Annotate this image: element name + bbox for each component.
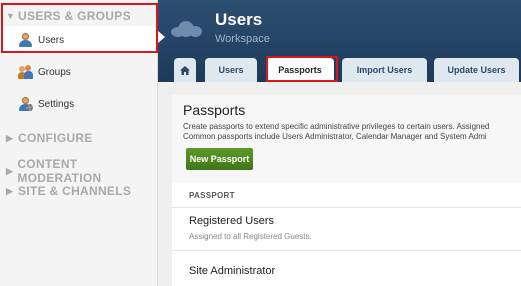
divider	[172, 207, 521, 208]
new-passport-button[interactable]: New Passport	[186, 148, 253, 170]
tab-home[interactable]	[174, 58, 196, 82]
description-line: Common passports include Users Administr…	[183, 132, 487, 141]
collapsed-arrow-icon: ▶	[6, 185, 14, 196]
passport-description: Assigned to all Registered Guests.	[189, 232, 312, 241]
section-configure[interactable]: ▶ CONFIGURE	[6, 131, 93, 145]
page-header: Users Workspace Users Passports Import U…	[158, 0, 521, 82]
description-line: Create passports to extend specific admi…	[183, 122, 490, 131]
section-site-channels[interactable]: ▶ SITE & CHANNELS	[6, 184, 131, 198]
section-label: SITE & CHANNELS	[18, 184, 132, 198]
passports-panel: Passports Create passports to extend spe…	[172, 95, 521, 286]
page-title: Users	[215, 10, 263, 29]
sidebar-item-groups[interactable]: Groups	[0, 58, 157, 86]
section-title: Passports	[183, 102, 246, 118]
active-item-pointer	[158, 31, 165, 43]
tab-update-users[interactable]: Update Users	[434, 58, 519, 82]
section-label: CONTENT MODERATION	[17, 157, 102, 185]
tab-import-users[interactable]: Import Users	[342, 58, 427, 82]
passports-table: PASSPORT Registered Users Assigned to al…	[172, 183, 521, 286]
section-content-moderation[interactable]: ▶ CONTENT MODERATION	[6, 157, 157, 185]
sidebar-item-label: Groups	[38, 66, 71, 78]
group-icon	[18, 65, 33, 79]
collapsed-arrow-icon: ▶	[6, 132, 14, 143]
sidebar-item-settings[interactable]: Settings	[0, 90, 157, 118]
section-label: CONFIGURE	[18, 131, 93, 145]
divider	[172, 250, 521, 251]
page-subtitle: Workspace	[215, 33, 270, 45]
highlight-box-passports-tab	[266, 56, 338, 82]
passport-name[interactable]: Site Administrator	[189, 265, 275, 277]
section-description: Create passports to extend specific admi…	[183, 122, 489, 142]
highlight-box-users-groups	[1, 3, 158, 53]
passport-name[interactable]: Registered Users	[189, 215, 274, 227]
collapsed-arrow-icon: ▶	[6, 165, 14, 176]
home-icon	[180, 65, 190, 75]
column-header-passport: PASSPORT	[189, 191, 235, 200]
sidebar-item-label: Settings	[38, 98, 75, 110]
tab-users[interactable]: Users	[205, 58, 257, 82]
user-settings-icon	[18, 97, 33, 111]
main-content: Passports Create passports to extend spe…	[158, 82, 521, 286]
